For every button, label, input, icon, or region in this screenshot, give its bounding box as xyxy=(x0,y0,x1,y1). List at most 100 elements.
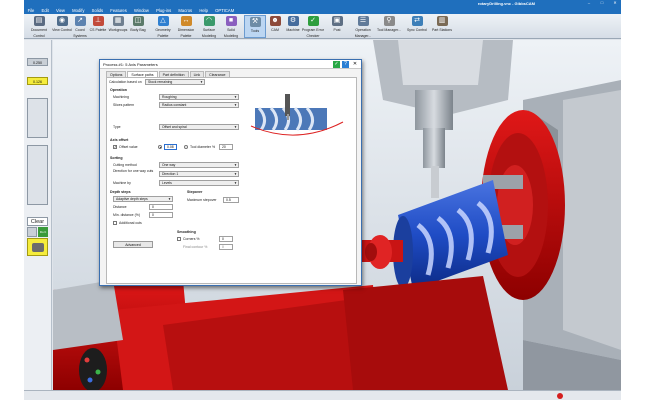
ok-check-icon[interactable]: ✓ xyxy=(333,61,340,68)
min-distance-input[interactable]: 0 xyxy=(149,212,173,218)
offset-value-checkbox[interactable] xyxy=(113,145,117,149)
menu-plugins[interactable]: Plug-ins xyxy=(152,6,174,14)
part-stations-icon: ▥ xyxy=(436,16,448,26)
menu-opticam[interactable]: OPTICAM xyxy=(212,6,238,14)
surface-icon: ◠ xyxy=(203,16,215,26)
menu-window[interactable]: Window xyxy=(130,6,152,14)
machine-icon: ⚙ xyxy=(287,16,299,26)
toolbar: ▤ Document Control ◉ View Control ↗ Coord S… xyxy=(24,14,621,39)
post-button[interactable]: ▣ Post xyxy=(326,15,348,38)
offset-value-radio[interactable] xyxy=(158,145,162,149)
body-bag-button[interactable]: ◫ Body Bag xyxy=(127,15,149,38)
solid-icon: ■ xyxy=(225,16,237,26)
operation-group-label: Operation xyxy=(110,88,127,92)
dimension-value-2[interactable]: 0.126 xyxy=(27,77,48,85)
check-icon: ✓ xyxy=(307,16,319,26)
menu-macros[interactable]: Macros xyxy=(175,6,196,14)
calc-based-on-select[interactable]: Stock remaining ▼ xyxy=(145,79,205,85)
offset-value-input[interactable]: 0.08 xyxy=(164,144,177,150)
tools-button[interactable]: ⚒ Tools xyxy=(244,15,266,38)
menu-modify[interactable]: Modify xyxy=(69,6,89,14)
selected-tool-button[interactable] xyxy=(27,238,48,256)
dialog-title: Process #1: 5 Axis Parameters xyxy=(103,62,158,67)
chevron-down-icon: ▼ xyxy=(234,103,237,107)
machining-select[interactable]: Roughing ▼ xyxy=(159,94,239,100)
tool-manager-icon: ⚲ xyxy=(383,16,395,26)
machine-by-select[interactable]: Levels ▼ xyxy=(159,180,239,186)
do-it-button[interactable]: Do It xyxy=(38,227,48,237)
chevron-down-icon: ▼ xyxy=(200,80,203,84)
menu-file[interactable]: File xyxy=(24,6,38,14)
five-axis-parameters-dialog: Process #1: 5 Axis Parameters ✓ ? ✕ Opti… xyxy=(99,59,362,286)
tool-diameter-input[interactable]: 20 xyxy=(219,144,233,150)
additional-cuts-label: Additional cuts xyxy=(119,221,142,225)
distance-label: Distance xyxy=(113,205,127,209)
toggle-left-button[interactable] xyxy=(27,227,37,237)
post-icon: ▣ xyxy=(331,16,343,26)
cs-palette-button[interactable]: ⊥ CS Palette xyxy=(87,15,109,38)
workgroup-icon: ▦ xyxy=(112,16,124,26)
cutting-method-label: Cutting method xyxy=(113,163,137,167)
palette-slot-2 xyxy=(27,145,48,205)
menu-help[interactable]: Help xyxy=(196,6,212,14)
chevron-down-icon: ▼ xyxy=(168,197,171,201)
app-window: rotaryDrilling.vnc - GibbsCAM – □ ✕ File… xyxy=(24,0,621,400)
max-stepover-label: Maximum stepover xyxy=(187,198,217,202)
menu-solids[interactable]: Solids xyxy=(88,6,107,14)
solid-modeling-button[interactable]: ■ Solid Modeling xyxy=(220,15,242,38)
final-contour-input[interactable]: 0 xyxy=(219,244,233,250)
additional-cuts-checkbox[interactable] xyxy=(113,221,117,225)
machine-by-label: Machine by xyxy=(113,181,131,185)
cam-icon: ☻ xyxy=(269,16,281,26)
sync-control-button[interactable]: ⇄ Sync Control xyxy=(404,15,430,38)
part-stations-button[interactable]: ▥ Part Stations xyxy=(430,15,454,38)
dimension-palette-button[interactable]: ↔ Dimension Palette xyxy=(175,15,197,38)
tools-icon: ⚒ xyxy=(249,17,261,27)
max-stepover-input[interactable]: 0.5 xyxy=(223,197,239,203)
coord-icon: ↗ xyxy=(74,16,86,26)
sync-icon: ⇄ xyxy=(411,16,423,26)
workgroups-button[interactable]: ▦ Workgroups xyxy=(107,15,129,38)
program-error-checker-button[interactable]: ✓ Program Error Checker xyxy=(300,15,326,38)
cutting-method-select[interactable]: One way ▼ xyxy=(159,162,239,168)
sorting-group-label: Sorting xyxy=(110,156,123,160)
dimension-value-1[interactable]: 0.250 xyxy=(27,58,48,66)
depth-steps-select[interactable]: Adaptive depth steps ▼ xyxy=(113,196,173,202)
close-dialog-icon[interactable]: ✕ xyxy=(351,61,359,68)
dialog-title-bar: Process #1: 5 Axis Parameters ✓ ? ✕ xyxy=(100,60,361,69)
direction-select[interactable]: Direction 1 ▼ xyxy=(159,171,239,177)
distance-input[interactable]: 0 xyxy=(149,204,173,210)
stepover-group-label: Stepover xyxy=(187,190,203,194)
operation-manager-button[interactable]: ☰ Operation Manager... xyxy=(350,15,376,38)
surface-paths-panel: Calculation based on Stock remaining ▼ Op… xyxy=(106,77,357,284)
slices-pattern-select[interactable]: Radius constant ▼ xyxy=(159,102,239,108)
menu-bar: File Edit View Modify Solids Features Wi… xyxy=(24,6,621,14)
dimension-icon: ↔ xyxy=(180,16,192,26)
corners-label: Corners % xyxy=(183,237,200,241)
slices-pattern-label: Slices pattern xyxy=(113,103,135,107)
geometry-palette-button[interactable]: △ Geometry Palette xyxy=(152,15,174,38)
cs-palette-icon: ⊥ xyxy=(92,16,104,26)
menu-edit[interactable]: Edit xyxy=(38,6,52,14)
geometry-icon: △ xyxy=(157,16,169,26)
surface-modeling-button[interactable]: ◠ Surface Modeling xyxy=(198,15,220,38)
chevron-down-icon: ▼ xyxy=(234,95,237,99)
menu-view[interactable]: View xyxy=(52,6,68,14)
tool-diameter-label: Tool diameter % xyxy=(190,145,216,149)
corners-input[interactable]: 0 xyxy=(219,236,233,242)
op-manager-icon: ☰ xyxy=(357,16,369,26)
orientation-gizmo[interactable] xyxy=(79,348,107,390)
min-distance-label: Min. distance (%) xyxy=(113,213,141,217)
depth-steps-group-label: Depth steps xyxy=(110,190,131,194)
stop-icon[interactable] xyxy=(557,393,563,399)
corners-checkbox[interactable] xyxy=(177,237,181,241)
clear-button[interactable]: Clear xyxy=(27,217,48,226)
help-icon[interactable]: ? xyxy=(342,61,349,68)
direction-label: Direction for one way cuts xyxy=(113,169,154,173)
tool-manager-button[interactable]: ⚲ Tool Manager... xyxy=(376,15,402,38)
menu-features[interactable]: Features xyxy=(107,6,131,14)
document-control-button[interactable]: ▤ Document Control xyxy=(28,15,50,38)
tool-diameter-radio[interactable] xyxy=(184,145,188,149)
type-select[interactable]: Offset and spiral ▼ xyxy=(159,124,239,130)
advanced-button[interactable]: Advanced xyxy=(113,241,153,248)
